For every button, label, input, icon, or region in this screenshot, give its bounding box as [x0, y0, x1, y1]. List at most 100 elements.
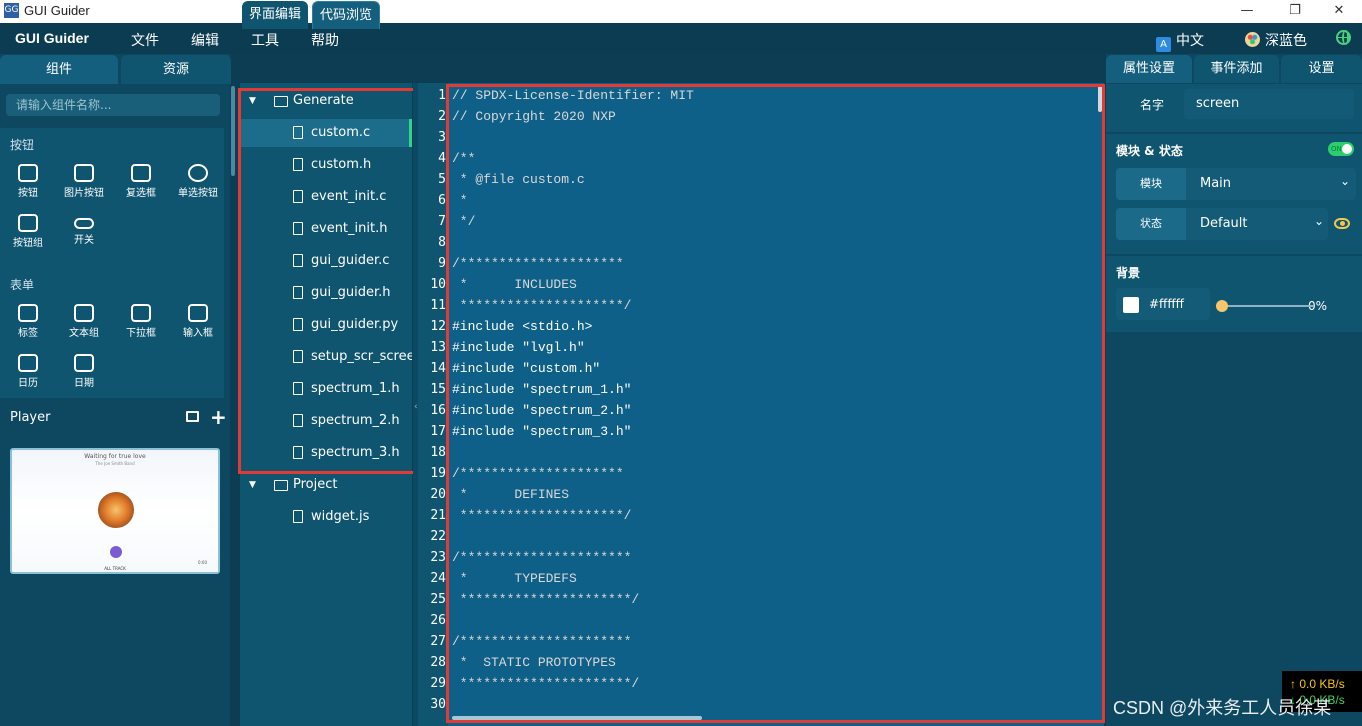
eye-icon[interactable]: [1334, 218, 1350, 229]
tab-ui-editor[interactable]: 界面编辑: [242, 1, 309, 29]
language-switch[interactable]: A 中文: [1156, 30, 1204, 52]
restore-button[interactable]: ❐: [1272, 0, 1318, 23]
widget-calendar[interactable]: 日历: [0, 354, 56, 389]
file-icon: [293, 350, 303, 363]
code-line: **********************/: [452, 676, 640, 691]
menu-tools[interactable]: 工具: [251, 30, 279, 50]
tree-folder[interactable]: ▼ Generate: [240, 87, 412, 115]
tree-folder[interactable]: ▼ Project: [240, 471, 412, 499]
caret-down-icon[interactable]: ▼: [249, 87, 256, 115]
widget-label[interactable]: 标签: [0, 304, 56, 339]
line-number: 25: [430, 592, 446, 607]
tree-file[interactable]: gui_guider.py: [240, 311, 412, 339]
color-swatch[interactable]: [1123, 297, 1139, 313]
screen-thumbnail[interactable]: Waiting for true love The Joe Smith Band…: [10, 448, 220, 574]
tab-resources[interactable]: 资源: [121, 55, 231, 84]
code-hscrollbar[interactable]: [452, 716, 702, 720]
opacity-slider[interactable]: [1222, 305, 1314, 307]
code-line: /*********************: [452, 466, 624, 481]
line-number: 24: [430, 571, 446, 586]
close-button[interactable]: ✕: [1316, 0, 1362, 23]
widget-dropdown[interactable]: 下拉框: [113, 304, 169, 339]
thumb-subtitle: The Joe Smith Band: [95, 461, 135, 466]
menu-edit[interactable]: 编辑: [191, 30, 219, 50]
code-line: * TYPEDEFS: [452, 571, 577, 586]
tree-label: gui_guider.py: [311, 317, 399, 332]
tree-file[interactable]: spectrum_3.h: [240, 439, 412, 467]
section-buttons: 按钮 按钮 图片按钮 复选框 单选按钮 按钮组 开关 表单: [0, 128, 224, 316]
folder-icon[interactable]: [186, 411, 199, 422]
thumb-footer: ALL TRACK: [104, 566, 126, 571]
opacity-slider-handle[interactable]: [1216, 300, 1228, 312]
tree-file[interactable]: event_init.c: [240, 183, 412, 211]
file-icon: [293, 414, 303, 427]
tree-file[interactable]: custom.h: [240, 151, 412, 179]
code-line: /**********************: [452, 550, 632, 565]
folder-icon: [274, 480, 288, 491]
tab-code-view[interactable]: 代码浏览: [312, 1, 381, 29]
line-number: 3: [438, 130, 446, 145]
left-scrollbar[interactable]: [231, 86, 235, 176]
code-line: *********************/: [452, 298, 632, 313]
tree-file[interactable]: event_init.h: [240, 215, 412, 243]
screen-name[interactable]: Player: [10, 410, 50, 425]
name-input[interactable]: screen: [1184, 89, 1354, 119]
file-icon: [293, 158, 303, 171]
tree-file[interactable]: custom.c: [240, 119, 412, 147]
line-number: 5: [438, 172, 446, 187]
tab-events[interactable]: 事件添加: [1194, 55, 1279, 83]
component-search-input[interactable]: 请输入组件名称...: [6, 94, 220, 116]
widget-textgroup[interactable]: 文本组: [56, 304, 112, 339]
widget-radio[interactable]: 单选按钮: [170, 164, 226, 199]
module-toggle[interactable]: ON: [1328, 142, 1354, 156]
tab-properties[interactable]: 属性设置: [1106, 55, 1192, 83]
line-number: 9: [438, 256, 446, 271]
tree-file[interactable]: gui_guider.h: [240, 279, 412, 307]
line-number: 30: [430, 697, 446, 712]
brand-label: GUI Guider: [15, 30, 89, 46]
globe-icon[interactable]: [1336, 30, 1351, 45]
widget-button-group[interactable]: 按钮组: [0, 214, 56, 249]
code-vscrollbar[interactable]: [1098, 86, 1102, 112]
state-select[interactable]: 状态 Default ⌄: [1116, 208, 1328, 240]
menu-file[interactable]: 文件: [131, 30, 159, 50]
line-number: 26: [430, 613, 446, 628]
widget-date[interactable]: 日期: [56, 354, 112, 389]
widget-checkbox[interactable]: 复选框: [113, 164, 169, 199]
menu-help[interactable]: 帮助: [311, 30, 339, 50]
state-value: Default: [1200, 216, 1248, 231]
tab-settings[interactable]: 设置: [1281, 55, 1362, 83]
tab-components[interactable]: 组件: [0, 55, 118, 84]
tree-file[interactable]: widget.js: [240, 503, 412, 531]
image-button-icon: [74, 164, 94, 182]
caret-down-icon[interactable]: ▼: [249, 471, 256, 499]
album-art: [96, 490, 136, 530]
line-number: 1: [438, 88, 446, 103]
module-select[interactable]: 模块 Main ⌄: [1116, 168, 1356, 200]
widget-input[interactable]: 输入框: [170, 304, 226, 339]
line-number: 8: [438, 235, 446, 250]
line-number: 23: [430, 550, 446, 565]
theme-switch[interactable]: 深蓝色: [1245, 30, 1307, 50]
code-line: */: [452, 214, 476, 229]
tree-label: spectrum_2.h: [311, 413, 400, 428]
tree-file[interactable]: setup_scr_screen: [240, 343, 412, 371]
state-label: 状态: [1116, 208, 1186, 240]
code-line: *********************/: [452, 508, 632, 523]
minimize-button[interactable]: —: [1224, 0, 1270, 23]
date-icon: [74, 354, 94, 372]
tree-file[interactable]: gui_guider.c: [240, 247, 412, 275]
line-number: 14: [430, 361, 446, 376]
widget-button[interactable]: 按钮: [0, 164, 56, 199]
widget-image-button[interactable]: 图片按钮: [56, 164, 112, 199]
section-forms: 标签 文本组 下拉框 输入框 日历 日期: [0, 290, 224, 398]
tree-file[interactable]: spectrum_2.h: [240, 407, 412, 435]
palette-icon: [1245, 32, 1260, 47]
code-line: #include "spectrum_1.h": [452, 382, 632, 397]
widget-switch[interactable]: 开关: [56, 214, 112, 246]
window-title: GUI Guider: [24, 3, 90, 18]
add-icon[interactable]: +: [210, 405, 227, 429]
code-line: * INCLUDES: [452, 277, 577, 292]
tree-file[interactable]: spectrum_1.h: [240, 375, 412, 403]
tree-label: gui_guider.h: [311, 285, 391, 300]
